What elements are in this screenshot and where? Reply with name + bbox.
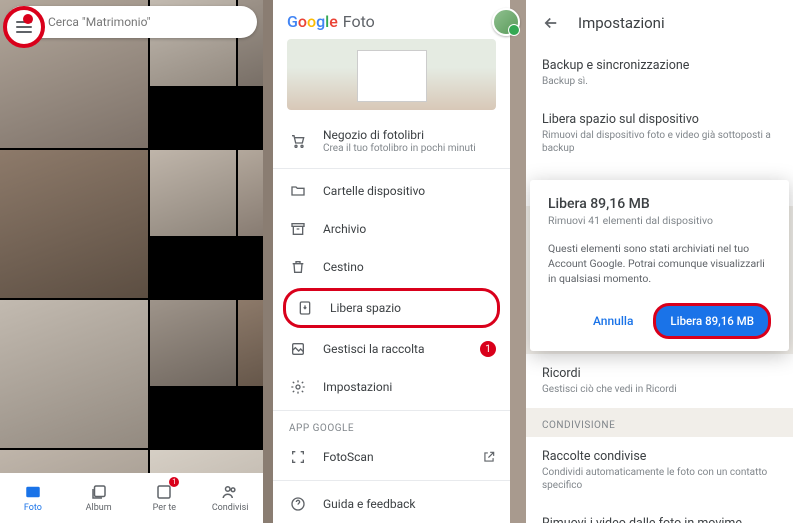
- external-link-icon: [482, 450, 496, 464]
- drawer-item-label: Impostazioni: [323, 380, 392, 394]
- settings-row-shared-libraries[interactable]: Raccolte condivise Condividi automaticam…: [526, 437, 793, 504]
- settings-row-sub: Condividi automaticamente le foto con un…: [542, 466, 777, 492]
- notification-badge: 1: [169, 477, 179, 487]
- folder-icon: [289, 182, 307, 200]
- nav-label: Foto: [24, 503, 42, 513]
- drawer-item-trash[interactable]: Cestino: [273, 248, 510, 286]
- notification-dot-icon: [23, 14, 33, 24]
- bg-strip: [510, 0, 526, 523]
- gear-icon: [289, 378, 307, 396]
- settings-row-memories[interactable]: Ricordi Gestisci ciò che vedi in Ricordi: [526, 354, 793, 408]
- settings-row-backup[interactable]: Backup e sincronizzazione Backup sì.: [526, 46, 793, 100]
- drawer-item-archive[interactable]: Archivio: [273, 210, 510, 248]
- free-space-dialog: Libera 89,16 MB Rimuovi 41 elementi dal …: [530, 180, 789, 351]
- dialog-body: Questi elementi sono stati archiviati ne…: [548, 241, 771, 287]
- photobook-icon: [357, 50, 427, 102]
- library-icon: [289, 340, 307, 358]
- cancel-button[interactable]: Annulla: [583, 306, 643, 336]
- archive-icon: [289, 220, 307, 238]
- drawer-item-label: Libera spazio: [330, 301, 401, 315]
- nav-label: Album: [86, 503, 112, 513]
- nav-drawer: Google Foto Negozio di fotolibri Crea il…: [273, 0, 510, 523]
- nav-label: Per te: [153, 503, 176, 513]
- trash-icon: [289, 258, 307, 276]
- photo-thumb[interactable]: [0, 150, 148, 298]
- nav-label: Condivisi: [212, 503, 249, 513]
- google-logo: Google: [287, 12, 338, 31]
- settings-topbar: Impostazioni: [526, 0, 793, 46]
- drawer-item-label: Guida e feedback: [323, 497, 415, 511]
- settings-row-free-space[interactable]: Libera spazio sul dispositivo Rimuovi da…: [526, 100, 793, 167]
- drawer-item-photobook[interactable]: Negozio di fotolibri Crea il tuo fotolib…: [273, 118, 510, 164]
- nav-album[interactable]: Album: [66, 473, 132, 523]
- settings-section-label: Condivisione: [526, 408, 793, 437]
- photos-icon: [24, 483, 42, 501]
- drawer-item-device-folders[interactable]: Cartelle dispositivo: [273, 172, 510, 210]
- drawer-item-fotoscan[interactable]: FotoScan: [273, 438, 510, 476]
- drawer-item-manage-library[interactable]: Gestisci la raccolta 1: [273, 330, 510, 368]
- brand-suffix: Foto: [343, 12, 375, 31]
- drawer-section-label: APP GOOGLE: [273, 415, 510, 438]
- drawer-item-settings[interactable]: Impostazioni: [273, 368, 510, 406]
- screen-drawer: Google Foto Negozio di fotolibri Crea il…: [263, 0, 526, 523]
- drawer-item-label: Cestino: [323, 260, 364, 274]
- drawer-item-label: Gestisci la raccolta: [323, 342, 425, 356]
- drawer-item-help[interactable]: Guida e feedback: [273, 485, 510, 523]
- screen-photos: Cerca "Matrimonio" Foto Album 1 Per te C…: [0, 0, 263, 523]
- photo-thumb[interactable]: [150, 300, 236, 386]
- page-title: Impostazioni: [578, 14, 665, 32]
- dialog-title: Libera 89,16 MB: [548, 196, 771, 212]
- drawer-item-label: Negozio di fotolibri: [323, 128, 476, 142]
- settings-row-title: Raccolte condivise: [542, 449, 777, 464]
- photo-thumb[interactable]: [238, 300, 263, 386]
- people-icon: [221, 483, 239, 501]
- back-button[interactable]: [542, 14, 560, 32]
- nav-photos[interactable]: Foto: [0, 473, 66, 523]
- bg-strip: [263, 0, 273, 523]
- photo-thumb[interactable]: [150, 150, 236, 236]
- cart-icon: [289, 132, 307, 150]
- photo-grid: [0, 0, 263, 501]
- dialog-subtitle: Rimuovi 41 elementi dal dispositivo: [548, 214, 771, 227]
- search-placeholder: Cerca "Matrimonio": [48, 15, 150, 29]
- photo-thumb[interactable]: [238, 150, 263, 236]
- help-icon: [289, 495, 307, 513]
- settings-row-title: Libera spazio sul dispositivo: [542, 112, 777, 127]
- photo-thumb[interactable]: [0, 300, 148, 448]
- settings-row-sub: Backup sì.: [542, 75, 777, 88]
- settings-row-remove-video[interactable]: Rimuovi i video dalle foto in movime.. C…: [526, 504, 793, 523]
- screen-settings: Impostazioni Backup e sincronizzazione B…: [526, 0, 793, 523]
- settings-row-sub: Rimuovi dal dispositivo foto e video già…: [542, 129, 777, 155]
- confirm-free-space-button[interactable]: Libera 89,16 MB: [653, 303, 771, 339]
- album-icon: [90, 483, 108, 501]
- nav-shared[interactable]: Condivisi: [197, 473, 263, 523]
- nav-for-you[interactable]: 1 Per te: [132, 473, 198, 523]
- notification-badge: 1: [480, 341, 496, 357]
- drawer-item-sub: Crea il tuo fotolibro in pochi minuti: [323, 143, 476, 154]
- search-wrap: Cerca "Matrimonio": [6, 6, 257, 38]
- menu-button[interactable]: [3, 6, 45, 48]
- drawer-item-label: Cartelle dispositivo: [323, 184, 425, 198]
- settings-row-title: Rimuovi i video dalle foto in movime..: [542, 516, 777, 523]
- settings-row-title: Backup e sincronizzazione: [542, 58, 777, 73]
- drawer-item-label: FotoScan: [323, 450, 374, 464]
- bottom-nav: Foto Album 1 Per te Condivisi: [0, 473, 263, 523]
- settings-row-title: Ricordi: [542, 366, 777, 381]
- avatar[interactable]: [492, 8, 520, 36]
- drawer-header: Google Foto: [273, 0, 510, 39]
- sync-check-icon: [508, 24, 520, 36]
- drawer-item-free-space[interactable]: Libera spazio: [283, 288, 500, 328]
- scan-icon: [289, 448, 307, 466]
- promo-card[interactable]: [287, 39, 496, 110]
- settings-row-sub: Gestisci ciò che vedi in Ricordi: [542, 383, 777, 396]
- drawer-item-label: Archivio: [323, 222, 366, 236]
- free-space-icon: [296, 299, 314, 317]
